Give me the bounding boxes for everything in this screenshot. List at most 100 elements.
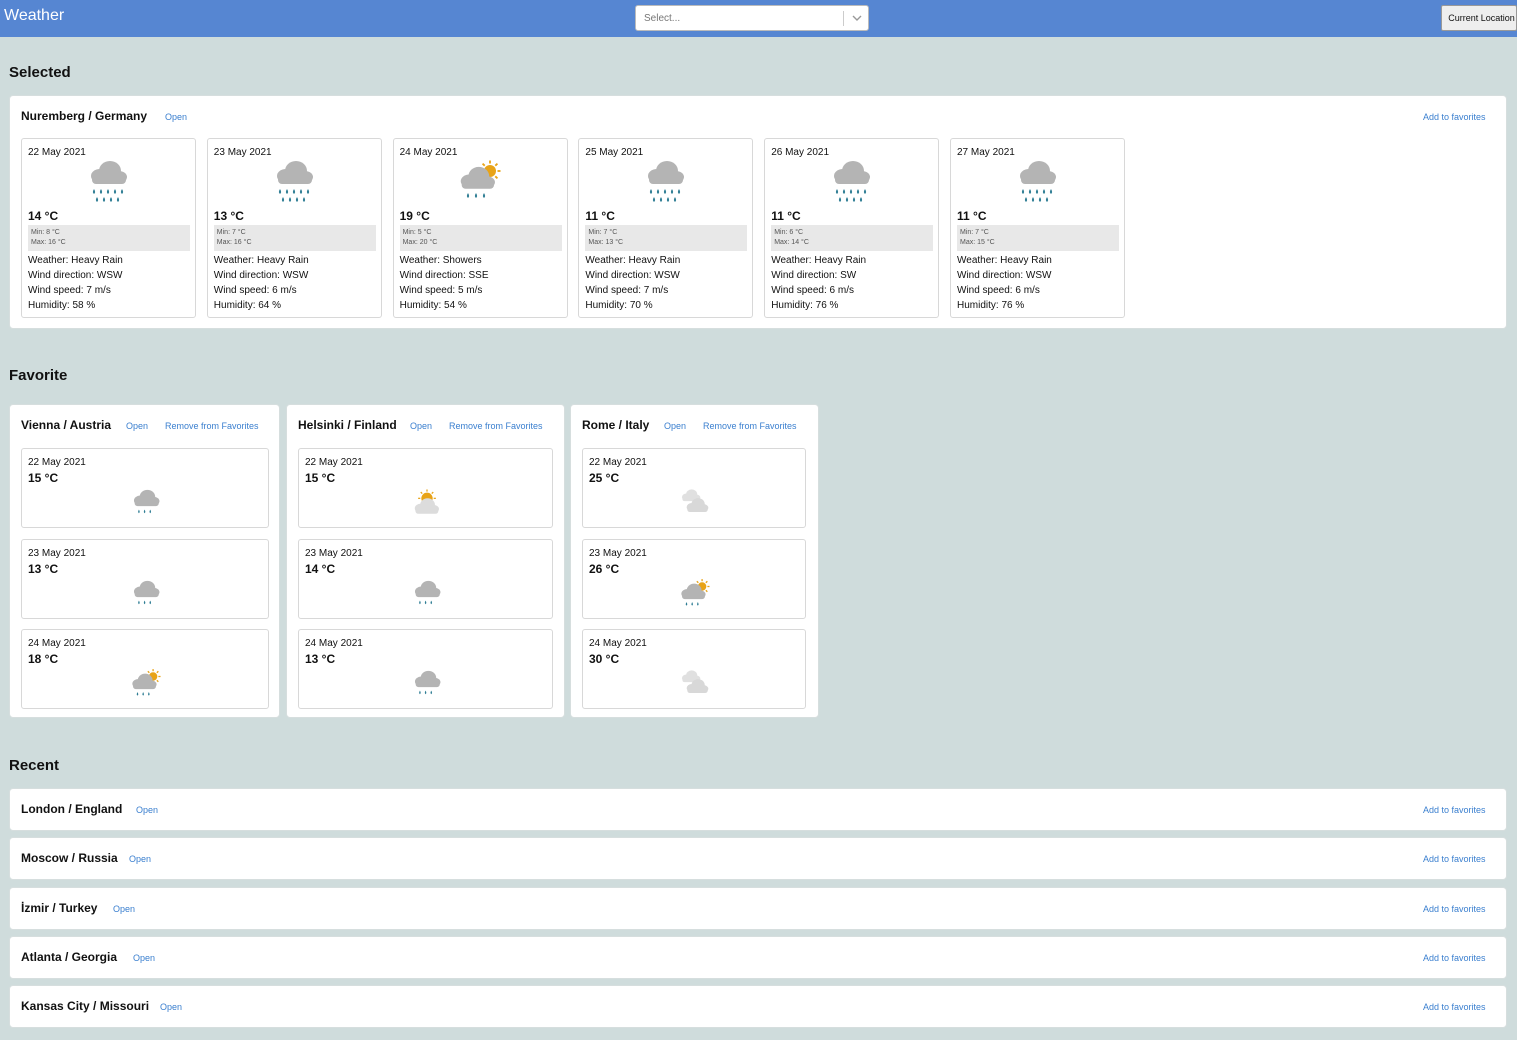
max-temperature: Max: 15 °C (960, 239, 995, 246)
recent-city-row: Kansas City / Missouri Open Add to favor… (9, 985, 1507, 1029)
add-to-favorites-link[interactable]: Add to favorites (1423, 1002, 1486, 1012)
forecast-date: 23 May 2021 (305, 547, 363, 559)
favorite-open-link[interactable]: Open (126, 421, 148, 431)
wind-speed: Wind speed: 6 m/s (957, 285, 1040, 296)
recent-city-row: Atlanta / Georgia Open Add to favorites (9, 935, 1507, 979)
wind-speed: Wind speed: 6 m/s (771, 285, 854, 296)
favorite-city-panel: Helsinki / Finland Open Remove from Favo… (286, 404, 565, 718)
selected-panel: Nuremberg / Germany Open Add to favorite… (9, 95, 1507, 329)
wind-direction: Wind direction: WSW (585, 270, 680, 281)
favorite-section-title: Favorite (9, 367, 68, 384)
wind-direction: Wind direction: WSW (28, 270, 123, 281)
forecast-day-card: 27 May 2021 11 °C Min: 7 °C Max: 15 °C W… (950, 138, 1125, 318)
min-temperature: Min: 6 °C (774, 229, 804, 236)
min-max-box: Min: 7 °C Max: 15 °C (957, 225, 1119, 251)
forecast-temperature: 25 °C (589, 471, 620, 485)
heavy-rain-icon (641, 159, 689, 207)
remove-from-favorites-link[interactable]: Remove from Favorites (703, 421, 797, 431)
min-temperature: Min: 5 °C (402, 229, 432, 236)
city-select[interactable]: Select... (635, 5, 869, 31)
favorite-city-panel: Rome / Italy Open Remove from Favorites … (570, 404, 819, 718)
favorite-day-card: 23 May 2021 14 °C (298, 538, 553, 619)
add-to-favorites-link[interactable]: Add to favorites (1423, 112, 1486, 122)
showers-icon (129, 668, 163, 702)
light-rain-icon (129, 578, 163, 612)
recent-open-link[interactable]: Open (133, 953, 155, 963)
add-to-favorites-link[interactable]: Add to favorites (1423, 854, 1486, 864)
forecast-details: Weather: Showers Wind direction: SSE Win… (400, 253, 489, 313)
showers-icon (456, 159, 504, 207)
favorite-open-link[interactable]: Open (664, 421, 686, 431)
weather-condition: Weather: Heavy Rain (28, 255, 123, 266)
forecast-day-card: 22 May 2021 14 °C Min: 8 °C Max: 16 °C W… (21, 138, 196, 318)
wind-speed: Wind speed: 6 m/s (213, 285, 297, 296)
weather-condition: Weather: Showers (399, 255, 482, 266)
favorite-open-link[interactable]: Open (410, 421, 432, 431)
light-rain-icon (410, 578, 444, 612)
wind-direction: Wind direction: SW (771, 270, 857, 281)
humidity: Humidity: 76 % (771, 300, 839, 311)
wind-direction: Wind direction: WSW (957, 270, 1052, 281)
recent-city-name: Kansas City / Missouri (21, 999, 150, 1014)
light-cloud-icon (678, 487, 712, 521)
add-to-favorites-link[interactable]: Add to favorites (1423, 953, 1486, 963)
min-temperature: Min: 7 °C (960, 229, 989, 236)
heavy-rain-icon (1013, 159, 1061, 207)
forecast-temperature: 11 °C (957, 209, 987, 223)
recent-open-link[interactable]: Open (136, 805, 158, 815)
forecast-temperature: 15 °C (28, 471, 59, 485)
humidity: Humidity: 70 % (585, 300, 653, 311)
weather-condition: Weather: Heavy Rain (585, 255, 681, 266)
recent-open-link[interactable]: Open (113, 904, 135, 914)
current-location-button[interactable]: Current Location (1441, 5, 1517, 31)
forecast-date: 24 May 2021 (28, 638, 86, 649)
weather-condition: Weather: Heavy Rain (957, 255, 1052, 266)
forecast-date: 24 May 2021 (589, 638, 647, 649)
remove-from-favorites-link[interactable]: Remove from Favorites (165, 421, 259, 431)
forecast-date: 25 May 2021 (585, 147, 644, 158)
selected-section-title: Selected (9, 64, 71, 81)
wind-direction: Wind direction: SSE (399, 270, 489, 281)
recent-section-title: Recent (9, 757, 60, 774)
min-max-box: Min: 7 °C Max: 13 °C (585, 225, 748, 251)
favorite-city-name: Helsinki / Finland (298, 418, 397, 432)
max-temperature: Max: 14 °C (774, 239, 809, 246)
remove-from-favorites-link[interactable]: Remove from Favorites (449, 421, 543, 431)
humidity: Humidity: 58 % (28, 300, 96, 311)
forecast-date: 22 May 2021 (589, 457, 647, 468)
forecast-temperature: 26 °C (589, 561, 620, 576)
forecast-date: 22 May 2021 (28, 147, 86, 158)
forecast-date: 23 May 2021 (28, 547, 86, 559)
add-to-favorites-link[interactable]: Add to favorites (1423, 805, 1486, 815)
favorite-day-card: 23 May 2021 13 °C (21, 538, 269, 619)
forecast-date: 23 May 2021 (213, 147, 272, 158)
heavy-rain-icon (270, 159, 318, 207)
recent-open-link[interactable]: Open (129, 854, 151, 864)
favorite-day-card: 22 May 2021 25 °C (582, 448, 806, 528)
forecast-day-card: 24 May 2021 19 °C Min: 5 °C Max: 20 °C W… (392, 138, 568, 318)
recent-city-row: Moscow / Russia Open Add to favorites (9, 837, 1507, 881)
favorite-city-panel: Vienna / Austria Open Remove from Favori… (9, 404, 280, 718)
favorite-day-card: 23 May 2021 26 °C (582, 538, 806, 619)
favorite-day-card: 22 May 2021 15 °C (298, 448, 553, 528)
recent-city-name: Moscow / Russia (21, 851, 118, 866)
app-title: Weather (4, 7, 65, 24)
forecast-temperature: 18 °C (28, 652, 59, 666)
favorite-day-card: 24 May 2021 18 °C (21, 629, 269, 709)
min-temperature: Min: 7 °C (216, 229, 246, 236)
showers-icon (678, 578, 712, 612)
add-to-favorites-link[interactable]: Add to favorites (1423, 904, 1486, 914)
chevron-down-icon[interactable] (849, 9, 865, 27)
light-rain-icon (410, 668, 444, 702)
forecast-date: 22 May 2021 (305, 457, 363, 468)
favorite-day-card: 22 May 2021 15 °C (21, 448, 269, 528)
recent-open-link[interactable]: Open (160, 1002, 182, 1012)
heavy-rain-icon (827, 159, 875, 207)
forecast-day-card: 23 May 2021 13 °C Min: 7 °C Max: 16 °C W… (206, 138, 382, 318)
selected-open-link[interactable]: Open (165, 112, 187, 122)
humidity: Humidity: 76 % (957, 300, 1025, 311)
forecast-details: Weather: Heavy Rain Wind direction: WSW … (957, 253, 1052, 313)
partly-cloudy-icon (410, 487, 444, 521)
light-cloud-icon (678, 668, 712, 702)
favorite-city-name: Vienna / Austria (21, 418, 112, 432)
